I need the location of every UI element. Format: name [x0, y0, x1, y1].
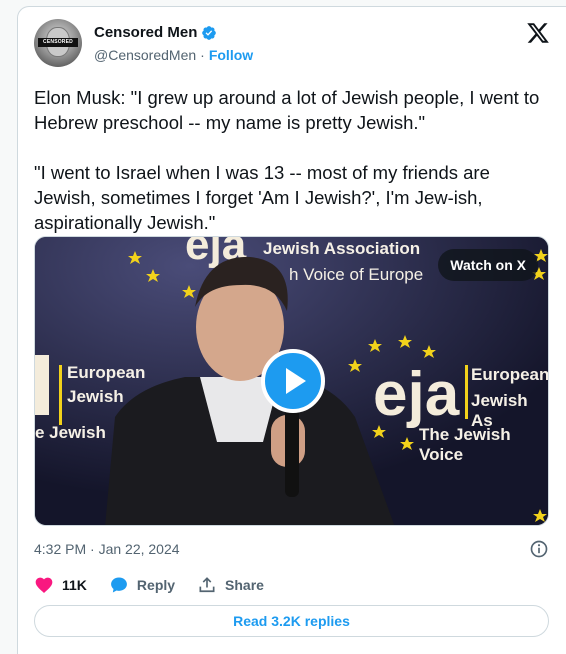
author-handle-row: @CensoredMen · Follow: [94, 47, 253, 63]
share-label: Share: [225, 577, 264, 593]
banner-top-right: Jewish Association: [263, 239, 421, 258]
avatar[interactable]: CENSORED: [34, 19, 82, 67]
reply-label: Reply: [136, 577, 176, 593]
share-action[interactable]: Share: [197, 575, 264, 595]
reply-action[interactable]: Reply: [109, 575, 175, 595]
x-logo-icon[interactable]: [526, 21, 550, 45]
play-button[interactable]: [261, 349, 325, 413]
like-action[interactable]: 11K: [34, 575, 87, 595]
banner-left-line3: e Jewish: [35, 423, 106, 442]
tweet-card: CENSORED Censored Men @CensoredMen · Fol…: [17, 6, 566, 654]
follow-button[interactable]: Follow: [209, 47, 253, 63]
tweet-actions: 11K Reply Share: [34, 575, 286, 595]
verified-badge-icon: [202, 25, 217, 40]
banner-left-line2: Jewish: [67, 387, 124, 406]
like-count: 11K: [62, 577, 87, 593]
avatar-censored-bar: CENSORED: [38, 38, 78, 47]
author-handle[interactable]: @CensoredMen: [94, 47, 196, 63]
banner-right-line3: The Jewish Voice: [419, 425, 511, 464]
svg-text:eja: eja: [373, 360, 460, 429]
author-display-name[interactable]: Censored Men: [94, 24, 197, 41]
author-name-row: Censored Men: [94, 24, 217, 41]
reply-bubble-icon: [111, 577, 127, 593]
play-icon: [286, 368, 306, 394]
tweet-header: CENSORED Censored Men @CensoredMen · Fol…: [18, 7, 566, 77]
info-icon[interactable]: [529, 539, 549, 559]
tweet-timestamp[interactable]: 4:32 PM · Jan 22, 2024: [34, 541, 180, 557]
handle-separator: ·: [200, 47, 205, 63]
banner-left-line1: European: [67, 363, 146, 382]
tweet-meta-row: 4:32 PM · Jan 22, 2024: [34, 539, 549, 559]
share-icon: [199, 577, 215, 593]
heart-icon: [35, 577, 53, 593]
tweet-video[interactable]: eja eja Jewish Association h Voice of Eu…: [34, 236, 549, 526]
banner-top-right-sub: h Voice of Europe: [289, 265, 424, 284]
watch-on-x-button[interactable]: Watch on X: [438, 249, 538, 281]
read-replies-button[interactable]: Read 3.2K replies: [34, 605, 549, 637]
banner-right-line1: European: [471, 365, 549, 384]
tweet-text: Elon Musk: "I grew up around a lot of Je…: [34, 87, 540, 233]
